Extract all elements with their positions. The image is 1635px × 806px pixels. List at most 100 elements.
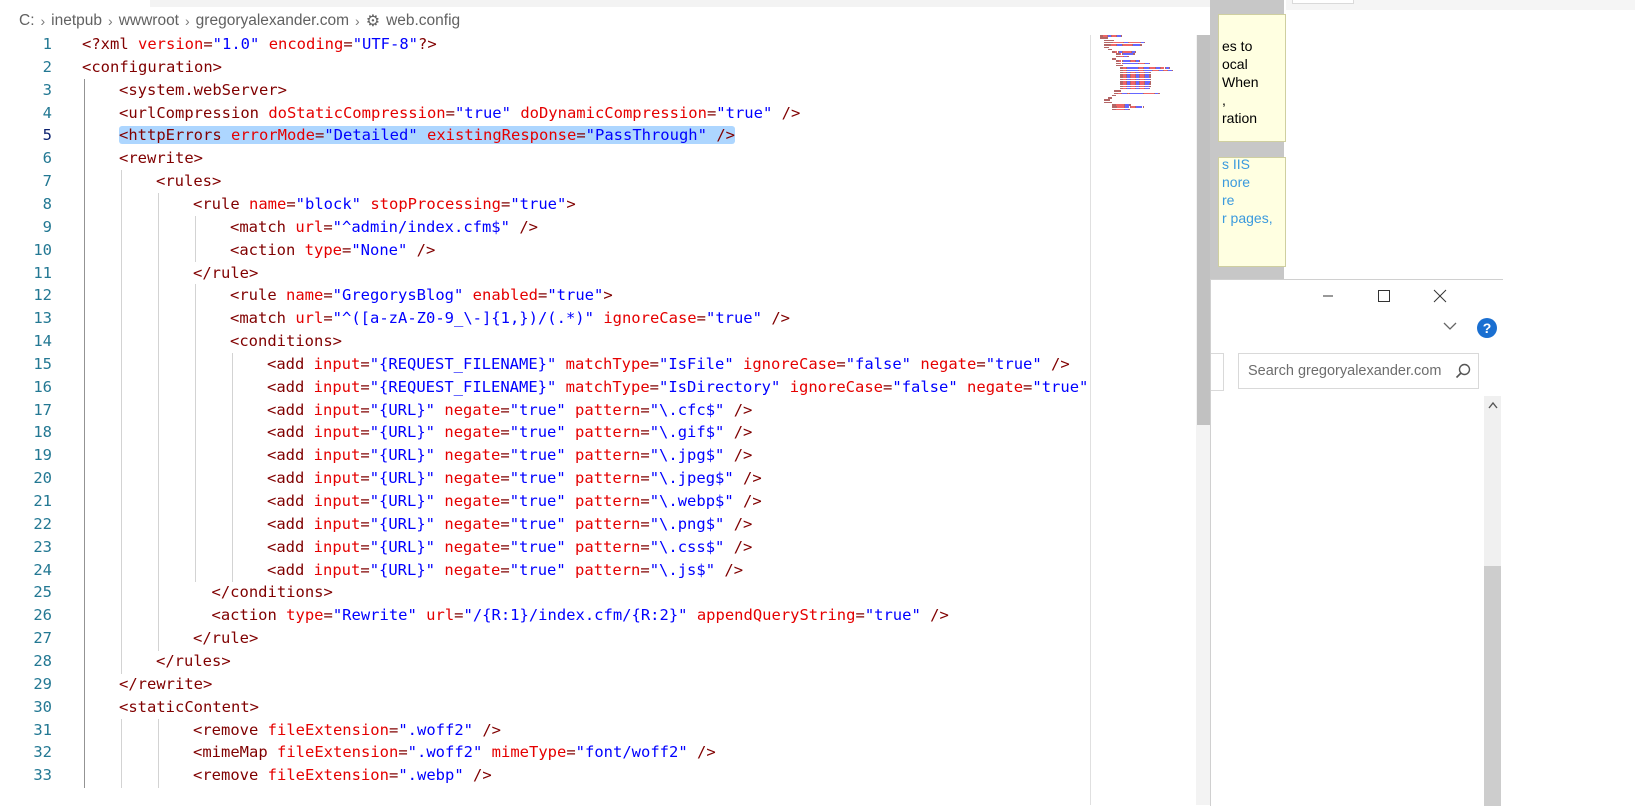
attribute-name: negate <box>444 514 501 533</box>
minimap-stroke <box>1149 71 1151 74</box>
code-line[interactable]: 3 <system.webServer> <box>0 78 1090 103</box>
code-line[interactable]: 18 <add input="{URL}" negate="true" patte… <box>0 421 1090 446</box>
code-line[interactable]: 2 <configuration> <box>0 56 1090 80</box>
ribbon-expand-button[interactable] <box>1442 318 1458 334</box>
maximize-button[interactable] <box>1361 280 1407 312</box>
attribute-value: "PassThrough" <box>585 126 707 145</box>
code-token: = <box>360 514 370 533</box>
tooltip-box-1: es to ocal When , ration <box>1218 14 1286 142</box>
breadcrumb-item-wwwroot[interactable]: wwwroot <box>119 12 179 30</box>
code-area[interactable]: 1 <?xml version="1.0" encoding="UTF-8"?> 2… <box>0 35 1090 805</box>
code-line[interactable]: 24 <add input="{URL}" negate="true" patte… <box>0 558 1090 583</box>
code-line[interactable]: 11 </rule> <box>0 261 1090 286</box>
code-token: <add <box>267 354 314 373</box>
code-line[interactable]: 22 <add input="{URL}" negate="true" patte… <box>0 512 1090 537</box>
tooltip-link-text[interactable]: s IIS <box>1222 158 1250 174</box>
attribute-value: "{REQUEST_FILENAME}" <box>369 377 557 396</box>
code-line[interactable]: 32 <mimeMap fileExtension=".woff2" mimeTy… <box>0 741 1090 766</box>
indent-guide <box>84 558 85 583</box>
attribute-value: ".woff2" <box>398 720 473 739</box>
code-token: <match <box>230 217 296 236</box>
code-line[interactable]: 26 <action type="Rewrite" url="/{R:1}/ind… <box>0 604 1090 629</box>
attribute-value: "{URL}" <box>369 537 436 556</box>
breadcrumb-item-site[interactable]: gregoryalexander.com <box>196 12 349 30</box>
search-box[interactable] <box>1238 353 1479 389</box>
code-token: = <box>855 606 865 625</box>
code-line[interactable]: 15 <add input="{REQUEST_FILENAME}" matchT… <box>0 352 1090 377</box>
minimap-stroke <box>1140 44 1142 46</box>
code-line[interactable]: 30 <staticContent> <box>0 695 1090 720</box>
minimap-stroke <box>1126 55 1129 58</box>
code-line[interactable]: 27 </rule> <box>0 627 1090 651</box>
code-token: <rules> <box>156 172 222 191</box>
code-line[interactable]: 33 <remove fileExtension=".webp" /> <box>0 764 1090 788</box>
line-number: 10 <box>33 240 52 259</box>
code-token: = <box>649 377 660 396</box>
code-token: = <box>360 354 370 373</box>
search-icon[interactable] <box>1454 362 1472 380</box>
minimap-stroke <box>1104 39 1114 42</box>
indent-guide <box>121 238 122 263</box>
code-token: = <box>640 492 650 510</box>
code-line[interactable]: 19 <add input="{URL}" negate="true" patte… <box>0 444 1090 469</box>
code-line[interactable]: 10 <action type="None" /> <box>0 238 1090 263</box>
code-line[interactable]: 4 <urlCompression doStaticCompression="tr… <box>0 101 1090 126</box>
attribute-name: existingResponse <box>427 126 577 145</box>
code-line[interactable]: 6 <rewrite> <box>0 147 1090 172</box>
code-line[interactable]: 5 <httpErrors errorMode="Detailed" existi… <box>0 124 1090 149</box>
attribute-value: "true" <box>547 286 604 305</box>
editor-scrollbar-thumb[interactable] <box>1197 35 1210 425</box>
attribute-name: errorMode <box>230 126 315 145</box>
attribute-name: mimeType <box>491 743 567 762</box>
breadcrumb-item-file[interactable]: web.config <box>386 12 460 30</box>
attribute-name: fileExtension <box>267 766 389 785</box>
code-line[interactable]: 31 <remove fileExtension=".woff2" /> <box>0 718 1090 743</box>
tooltip-link-text[interactable]: nore <box>1222 173 1250 192</box>
code-line[interactable]: 29 </rewrite> <box>0 672 1090 697</box>
line-number: 27 <box>33 629 52 648</box>
explorer-scrollbar[interactable] <box>1484 396 1501 806</box>
code-line[interactable]: 20 <add input="{URL}" negate="true" patte… <box>0 467 1090 491</box>
line-number: 16 <box>33 377 52 396</box>
code-line[interactable]: 12 <rule name="GregorysBlog" enabled="tru… <box>0 284 1090 309</box>
code-line[interactable]: 16 <add input="{REQUEST_FILENAME}" matchT… <box>0 375 1090 400</box>
address-bar[interactable] <box>1211 353 1224 391</box>
attribute-value: "true" <box>509 537 566 556</box>
code-line[interactable]: 21 <add input="{URL}" negate="true" patte… <box>0 490 1090 514</box>
code-content: <action type="Rewrite" url="/{R:1}/index… <box>212 604 949 628</box>
scroll-up-button[interactable] <box>1484 396 1501 413</box>
indent-guide <box>158 307 159 331</box>
code-token: <add <box>267 423 314 442</box>
search-input[interactable] <box>1248 354 1448 388</box>
code-line[interactable]: 8 <rule name="block" stopProcessing="true… <box>0 192 1090 217</box>
indent-guide <box>121 741 122 766</box>
code-line[interactable]: 14 <conditions> <box>0 330 1090 354</box>
breadcrumb-item-drive[interactable]: C: <box>19 12 35 30</box>
minimap-stroke <box>1104 99 1110 101</box>
code-line[interactable]: 7 <rules> <box>0 170 1090 194</box>
minimize-button[interactable] <box>1305 280 1351 312</box>
code-content: <add input="{URL}" negate="true" pattern… <box>267 559 743 583</box>
indent-guide <box>84 535 85 560</box>
help-icon[interactable]: ? <box>1477 318 1497 338</box>
code-token: = <box>649 354 660 373</box>
close-button[interactable] <box>1417 280 1463 312</box>
code-token: <staticContent> <box>119 697 259 716</box>
code-line[interactable]: 25 </conditions> <box>0 581 1090 606</box>
tooltip-link-text[interactable]: r pages, <box>1222 209 1273 228</box>
tooltip-link-text[interactable]: re <box>1222 191 1234 210</box>
code-line[interactable]: 28 </rules> <box>0 649 1090 674</box>
indent-guide <box>121 375 122 400</box>
code-line[interactable]: 17 <add input="{URL}" negate="true" patte… <box>0 398 1090 423</box>
attribute-value: "{REQUEST_FILENAME}" <box>369 354 557 373</box>
minimap[interactable] <box>1090 35 1210 135</box>
attribute-value: "\.gif$" <box>649 423 725 442</box>
code-line[interactable]: 13 <match url="^([a-zA-Z0-9_\-]{1,})/(.*)… <box>0 307 1090 331</box>
code-line[interactable]: 9 <match url="^admin/index.cfm$" /> <box>0 215 1090 240</box>
breadcrumb-item-inetpub[interactable]: inetpub <box>51 12 102 30</box>
code-line[interactable]: 1 <?xml version="1.0" encoding="UTF-8"?> <box>0 35 1090 57</box>
explorer-scrollbar-thumb[interactable] <box>1484 566 1501 806</box>
code-line[interactable]: 23 <add input="{URL}" negate="true" patte… <box>0 535 1090 560</box>
attribute-name: ignoreCase <box>743 354 837 373</box>
